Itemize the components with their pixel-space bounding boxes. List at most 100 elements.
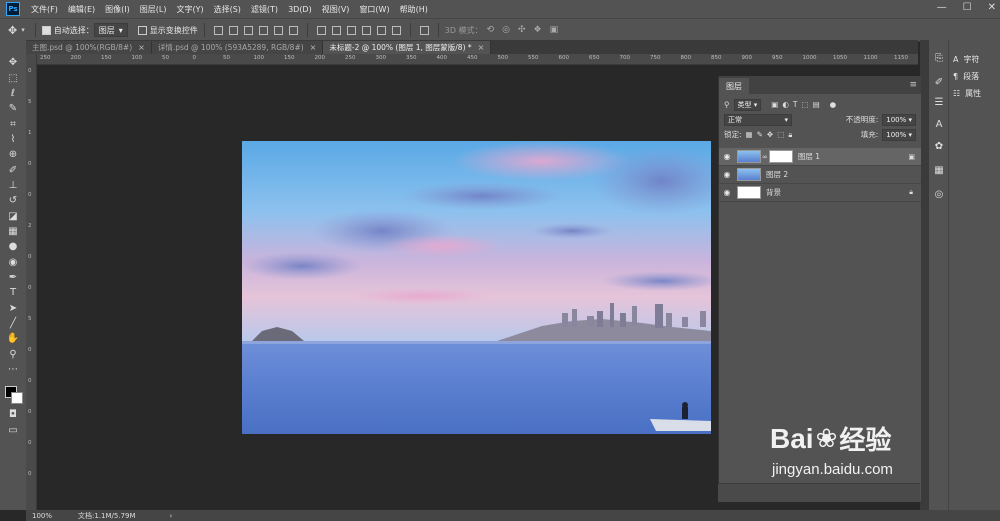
- menu-image[interactable]: 图像(I): [100, 4, 135, 15]
- path-select-tool-icon[interactable]: ➤: [5, 302, 21, 315]
- filter-adjust-icon[interactable]: ◐: [782, 100, 789, 109]
- document-canvas-image[interactable]: [242, 141, 711, 434]
- properties-panel-button[interactable]: ☷ 属性: [953, 88, 981, 99]
- move-tool-icon[interactable]: ✥: [8, 24, 17, 37]
- hand-tool-icon[interactable]: ✋: [5, 332, 21, 345]
- 3d-rotate-icon[interactable]: ⟲: [487, 25, 495, 35]
- menu-window[interactable]: 窗口(W): [354, 4, 394, 15]
- close-window-button[interactable]: ✕: [988, 2, 996, 13]
- zoom-tool-icon[interactable]: ⚲: [5, 348, 21, 361]
- lock-artboard-icon[interactable]: ⬚: [777, 130, 784, 139]
- minimize-button[interactable]: —: [937, 2, 947, 13]
- eye-icon[interactable]: ◉: [719, 170, 735, 179]
- marquee-tool-icon[interactable]: ⬚: [5, 72, 21, 85]
- filter-type-icon[interactable]: T: [793, 100, 798, 109]
- eye-icon[interactable]: ◉: [719, 188, 735, 197]
- menu-type[interactable]: 文字(Y): [171, 4, 208, 15]
- auto-align-icon[interactable]: [419, 25, 429, 35]
- tool-preset-chevron-icon[interactable]: ▾: [21, 26, 25, 34]
- eye-icon[interactable]: ◉: [719, 152, 735, 161]
- glyphs-icon[interactable]: A: [932, 118, 946, 132]
- menu-view[interactable]: 视图(V): [317, 4, 355, 15]
- menu-layer[interactable]: 图层(L): [135, 4, 172, 15]
- lock-image-icon[interactable]: ✎: [757, 130, 763, 139]
- move-tool-icon[interactable]: ✥: [5, 56, 21, 69]
- adjustments-icon[interactable]: ☰: [932, 96, 946, 110]
- layer-row[interactable]: ◉ 图层 2: [719, 166, 921, 184]
- filter-toggle-icon[interactable]: ●: [830, 100, 837, 109]
- filter-shape-icon[interactable]: ⬚: [801, 100, 808, 109]
- align-left-icon[interactable]: [258, 25, 268, 35]
- dodge-tool-icon[interactable]: ◉: [5, 256, 21, 269]
- tab-close-icon[interactable]: ×: [478, 43, 485, 52]
- tab-main-psd[interactable]: 主图.psd @ 100%(RGB/8#) ×: [26, 41, 152, 54]
- distribute-top-icon[interactable]: [316, 25, 326, 35]
- distribute-right-icon[interactable]: [391, 25, 401, 35]
- opacity-input[interactable]: 100% ▾: [882, 113, 916, 126]
- menu-help[interactable]: 帮助(H): [395, 4, 433, 15]
- lasso-tool-icon[interactable]: ℓ: [5, 87, 21, 100]
- history-brush-tool-icon[interactable]: ↺: [5, 194, 21, 207]
- fill-input[interactable]: 100% ▾: [882, 128, 916, 141]
- lock-transparent-icon[interactable]: ▦: [746, 130, 753, 139]
- zoom-level[interactable]: 100%: [32, 512, 76, 520]
- menu-edit[interactable]: 编辑(E): [63, 4, 100, 15]
- type-tool-icon[interactable]: T: [5, 286, 21, 299]
- 3d-slide-icon[interactable]: ❖: [534, 25, 542, 35]
- layer-row[interactable]: ◉ ∞ 图层 1 ▣: [719, 148, 921, 166]
- auto-select-dropdown[interactable]: 图层 ▾: [93, 23, 128, 37]
- more-tools-icon[interactable]: ⋯: [5, 363, 21, 376]
- align-bottom-icon[interactable]: [243, 25, 253, 35]
- character-panel-button[interactable]: A 字符: [953, 54, 979, 65]
- distribute-vcenter-icon[interactable]: [331, 25, 341, 35]
- tab-close-icon[interactable]: ×: [310, 43, 317, 52]
- layers-tab[interactable]: 图层: [719, 78, 749, 94]
- menu-3d[interactable]: 3D(D): [283, 5, 317, 14]
- grid-icon[interactable]: ▦: [932, 164, 946, 178]
- 3d-scale-icon[interactable]: ▣: [550, 25, 559, 35]
- distribute-bottom-icon[interactable]: [346, 25, 356, 35]
- layer-row[interactable]: ◉ 背景 🔒︎: [719, 184, 921, 202]
- gradient-tool-icon[interactable]: ▦: [5, 225, 21, 238]
- lock-position-icon[interactable]: ✥: [767, 130, 773, 139]
- maximize-button[interactable]: ☐: [963, 2, 972, 13]
- menu-filter[interactable]: 滤镜(T): [246, 4, 283, 15]
- blur-tool-icon[interactable]: ●: [5, 240, 21, 253]
- menu-file[interactable]: 文件(F): [26, 4, 63, 15]
- filter-smart-icon[interactable]: ▤: [813, 100, 820, 109]
- eraser-tool-icon[interactable]: ◪: [5, 210, 21, 223]
- quick-select-tool-icon[interactable]: ✎: [5, 102, 21, 115]
- crop-tool-icon[interactable]: ⌗: [5, 118, 21, 131]
- show-transform-checkbox[interactable]: [137, 25, 147, 35]
- channels-icon[interactable]: ◎: [932, 188, 946, 202]
- distribute-left-icon[interactable]: [361, 25, 371, 35]
- healing-brush-tool-icon[interactable]: ⊕: [5, 148, 21, 161]
- align-top-icon[interactable]: [213, 25, 223, 35]
- panel-menu-icon[interactable]: ≡: [909, 80, 917, 90]
- 3d-roll-icon[interactable]: ◎: [502, 25, 510, 35]
- lock-all-icon[interactable]: 🔒︎: [788, 130, 792, 140]
- link-icon[interactable]: ∞: [762, 153, 768, 161]
- background-color-swatch[interactable]: [11, 392, 23, 404]
- brush-tool-icon[interactable]: ✐: [5, 164, 21, 177]
- tab-untitled-2[interactable]: 未标题-2 @ 100% (图层 1, 图层蒙版/8) * ×: [323, 41, 492, 54]
- 3d-drag-icon[interactable]: ✣: [518, 25, 526, 35]
- status-menu-arrow-icon[interactable]: ›: [170, 512, 173, 520]
- auto-select-checkbox[interactable]: [41, 25, 51, 35]
- layer-mask-thumbnail[interactable]: [768, 150, 793, 163]
- tab-detail-psd[interactable]: 详情.psd @ 100% (593A5289, RGB/8#) ×: [151, 41, 324, 54]
- quick-mask-icon[interactable]: ◘: [5, 408, 21, 421]
- paragraph-panel-button[interactable]: ¶ 段落: [953, 71, 979, 82]
- menu-select[interactable]: 选择(S): [209, 4, 246, 15]
- tab-close-icon[interactable]: ×: [138, 43, 145, 52]
- distribute-hcenter-icon[interactable]: [376, 25, 386, 35]
- filter-type-dropdown[interactable]: 类型 ▾: [733, 98, 762, 111]
- clone-stamp-tool-icon[interactable]: ⊥: [5, 179, 21, 192]
- screen-mode-icon[interactable]: ▭: [5, 424, 21, 437]
- pen-tool-icon[interactable]: ✒: [5, 271, 21, 284]
- align-right-icon[interactable]: [288, 25, 298, 35]
- filter-pixel-icon[interactable]: ▣: [771, 100, 778, 109]
- align-vcenter-icon[interactable]: [228, 25, 238, 35]
- history-icon[interactable]: ⎘: [932, 52, 946, 66]
- swatches-icon[interactable]: ✿: [932, 140, 946, 154]
